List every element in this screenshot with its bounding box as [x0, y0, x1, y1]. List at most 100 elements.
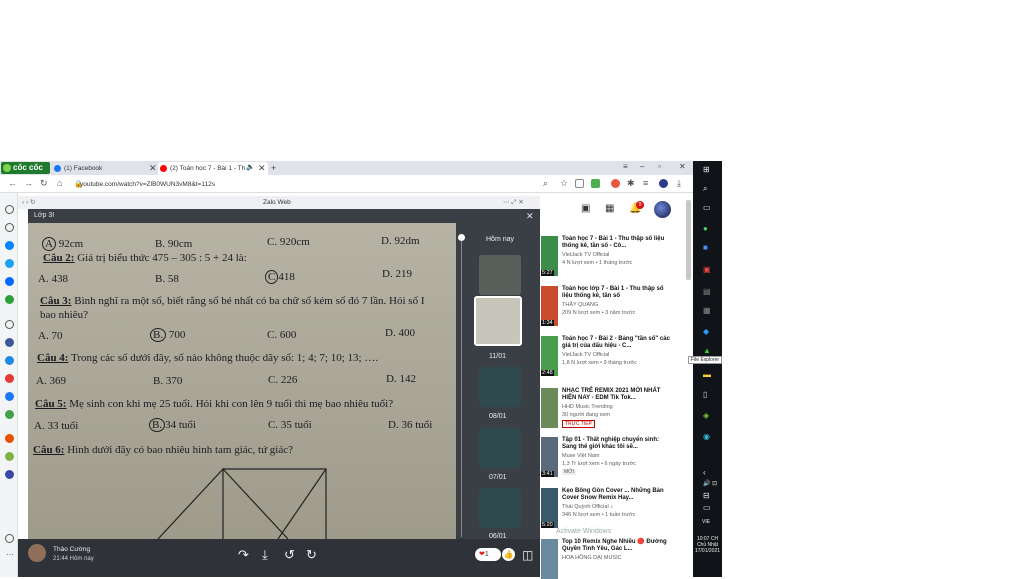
video-channel[interactable]: THẦY QUANG: [562, 302, 598, 308]
video-channel[interactable]: VietJack TV Official: [562, 352, 609, 358]
reload-icon[interactable]: ↻: [40, 178, 48, 189]
bookmark-star-icon[interactable]: ☆: [560, 178, 568, 189]
photo-view[interactable]: A 92cm B. 90cm C. 920cm D. 92dm Câu 2: G…: [28, 223, 456, 539]
video-title[interactable]: Toán học 7 - Bài 1 - Thu thập số liệu th…: [562, 236, 670, 250]
chevron-up-icon[interactable]: ‹: [703, 468, 706, 477]
video-channel[interactable]: VietJack TV Official: [562, 252, 609, 258]
video-title[interactable]: Kẹo Bông Gòn Cover ... Những Bản Cover S…: [562, 488, 670, 502]
downloads-icon[interactable]: ⤓: [677, 178, 681, 189]
shield-ext-icon[interactable]: [575, 179, 584, 188]
tab-list-icon[interactable]: ≡: [623, 162, 628, 171]
video-title[interactable]: NHẠC TRẺ REMIX 2021 MỚI NHẤT HIỆN NAY - …: [562, 388, 670, 402]
video-channel[interactable]: Muse Việt Nam: [562, 453, 600, 459]
account-avatar[interactable]: [654, 201, 671, 218]
video-title[interactable]: Top 10 Remix Nghe Nhiều 🔴 Đường Quyền Tì…: [562, 539, 670, 553]
app-icon[interactable]: ●: [703, 224, 708, 233]
url-field[interactable]: youtube.com/watch?v=ZlB0WUN3vM8&t=112s: [80, 179, 530, 190]
scrollbar[interactable]: [686, 200, 691, 280]
thumbnail[interactable]: [479, 255, 521, 295]
thumb-header: Hôm nay: [486, 236, 515, 243]
download-icon[interactable]: ⤓: [262, 547, 268, 563]
option: B. 370: [153, 375, 183, 387]
keyboard-icon[interactable]: ▭: [703, 503, 711, 512]
video-title[interactable]: Tập 01 - Thất nghiệp chuyển sinh: Sang t…: [562, 437, 670, 451]
share-icon[interactable]: ↷: [238, 547, 249, 563]
video-channel[interactable]: HOA HỒNG DẠI MUSIC: [562, 555, 622, 561]
forward-icon[interactable]: →: [24, 178, 33, 188]
history-icon[interactable]: [5, 223, 14, 232]
more-icon[interactable]: ⋯: [6, 550, 14, 559]
app-icon[interactable]: ▦: [703, 306, 711, 315]
word-icon[interactable]: ■: [703, 243, 708, 252]
search-icon[interactable]: ⌕: [703, 184, 707, 194]
extension-icon[interactable]: [611, 179, 620, 188]
video-channel[interactable]: Thái Quỳnh Official ♪: [562, 504, 613, 510]
info-icon[interactable]: [5, 356, 14, 365]
video-title[interactable]: Toán học lớp 7 - Bài 1 - Thu thập số liệ…: [562, 286, 670, 300]
app-icon[interactable]: ▲: [703, 346, 711, 355]
clock[interactable]: 10:07 CH Chủ Nhật 17/01/2021: [694, 536, 721, 554]
zalo-nav-icon[interactable]: ‹ › ↻: [22, 196, 35, 209]
app-icon[interactable]: ▣: [703, 265, 711, 274]
thumbnail[interactable]: [479, 488, 521, 528]
thumbnail-selected[interactable]: [474, 296, 522, 346]
zoom-icon[interactable]: ⌕: [543, 178, 548, 189]
mute-icon[interactable]: 🔈: [246, 163, 255, 171]
volume-icon[interactable]: 🔊 ⊡: [703, 480, 717, 487]
notification-bell-icon[interactable]: [5, 534, 14, 543]
home-icon[interactable]: ⌂: [57, 178, 62, 188]
video-channel[interactable]: HHD Music Trending: [562, 404, 613, 410]
close-window-icon[interactable]: ✕: [679, 162, 686, 171]
add-icon[interactable]: [5, 320, 14, 329]
close-tab-icon[interactable]: ✕: [149, 163, 157, 174]
video-icon[interactable]: [5, 374, 14, 383]
coin-icon[interactable]: [5, 452, 14, 461]
messenger-icon[interactable]: [5, 241, 14, 250]
video-thumbnail[interactable]: [541, 388, 558, 428]
settings-icon[interactable]: [5, 205, 14, 214]
language-indicator[interactable]: VIE: [702, 519, 710, 525]
thumbnail[interactable]: [479, 428, 521, 468]
coccoc-logo[interactable]: cốc cốc: [1, 162, 50, 174]
heart-reaction-button[interactable]: ❤1: [475, 548, 501, 561]
coccoc-taskbar-icon[interactable]: ◉: [703, 432, 710, 441]
file-explorer-icon[interactable]: ▬: [703, 370, 711, 379]
new-tab-icon[interactable]: +: [271, 163, 276, 173]
puzzle-icon[interactable]: ✱: [627, 178, 635, 189]
tab-facebook[interactable]: (1) Facebook: [52, 162, 156, 175]
windows-start-icon[interactable]: ⊞: [703, 165, 710, 174]
maximize-icon[interactable]: ▫: [658, 162, 661, 171]
task-view-icon[interactable]: ▭: [703, 203, 711, 212]
rotate-left-icon[interactable]: ↺: [284, 547, 295, 563]
wifi-icon[interactable]: ⊟: [703, 491, 710, 500]
chat-icon[interactable]: [5, 410, 14, 419]
minimize-icon[interactable]: –: [640, 162, 644, 171]
layout-icon[interactable]: ◫: [522, 548, 533, 562]
app-icon[interactable]: ▤: [703, 287, 711, 296]
video-title[interactable]: Toán học 7 - Bài 2 - Bảng "tần số" các g…: [562, 336, 670, 350]
playlist-icon[interactable]: ≡: [643, 178, 648, 188]
download-ext-icon[interactable]: [591, 179, 600, 188]
vtv-icon[interactable]: [5, 434, 14, 443]
back-icon[interactable]: ←: [8, 178, 17, 188]
zalo-window-controls-icon[interactable]: ⋯ ⤢ ✕: [503, 196, 524, 209]
zalo-icon[interactable]: [5, 277, 14, 286]
game-icon[interactable]: [5, 295, 14, 304]
profile-icon[interactable]: [659, 179, 668, 188]
app-icon[interactable]: ◆: [703, 327, 709, 336]
video-thumbnail[interactable]: [541, 539, 558, 579]
app-icon[interactable]: [5, 338, 14, 347]
facebook-side-icon[interactable]: [5, 392, 14, 401]
create-video-icon[interactable]: ▣: [581, 203, 590, 214]
translate-icon[interactable]: [5, 470, 14, 479]
rotate-right-icon[interactable]: ↻: [306, 547, 317, 563]
app-icon[interactable]: ◈: [703, 411, 709, 420]
close-tab-icon[interactable]: ✕: [258, 163, 266, 174]
viewer-close-icon[interactable]: ✕: [526, 209, 534, 223]
app-icon[interactable]: ▯: [703, 390, 707, 399]
skype-icon[interactable]: [5, 259, 14, 268]
option: D. 92dm: [381, 235, 420, 247]
thumbnail[interactable]: [479, 367, 521, 407]
add-reaction-icon[interactable]: 👍: [502, 548, 515, 561]
apps-grid-icon[interactable]: ▦: [605, 203, 614, 214]
